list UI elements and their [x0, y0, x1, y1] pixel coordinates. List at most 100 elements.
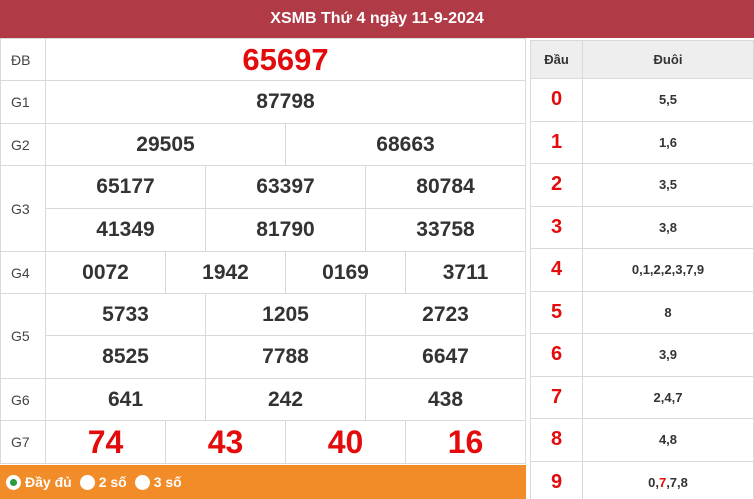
prize-db-cell: 65697 — [45, 38, 526, 81]
dau-value: 5 — [530, 290, 583, 334]
prize-g7-cell: 43 — [165, 420, 286, 464]
prize-g7-cell: 40 — [285, 420, 406, 464]
prize-g5-cell: 5733 — [45, 293, 206, 336]
prize-g4-value: 3711 — [442, 260, 489, 284]
prize-g7-value: 74 — [87, 423, 124, 460]
prize-g5-cell: 6647 — [365, 335, 526, 379]
display-filter-bar: Đầy đủ 2 số 3 số — [0, 465, 526, 499]
dau-header: Đầu — [530, 40, 583, 79]
duoi-value: 3,8 — [582, 205, 754, 249]
page-title: XSMB Thứ 4 ngày 11-9-2024 — [0, 0, 754, 38]
prize-g5-value: 5733 — [102, 302, 149, 326]
prize-g4-cell: 3711 — [405, 251, 526, 294]
prize-g4-value: 0169 — [322, 260, 369, 284]
prize-g5-cell: 8525 — [45, 335, 206, 379]
duoi-value: 0,1,2,2,3,7,9 — [582, 248, 754, 292]
prize-g4-cell: 0072 — [45, 251, 166, 294]
prize-g4-value: 0072 — [82, 260, 129, 284]
prize-g7-value: 43 — [207, 423, 244, 460]
prize-label-g2: G2 — [0, 123, 46, 166]
dau-value: 7 — [530, 375, 583, 419]
dau-value: 0 — [530, 78, 583, 122]
duoi-value: 2,4,7 — [582, 375, 754, 419]
prize-g5-value: 2723 — [422, 302, 469, 326]
prize-g5-value: 8525 — [102, 345, 149, 368]
duoi-value: 4,8 — [582, 418, 754, 462]
prize-g4-cell: 0169 — [285, 251, 406, 294]
prize-g6-value: 242 — [267, 387, 304, 411]
prize-g7-value: 40 — [327, 423, 364, 460]
dau-duoi-row: 6 3,9 — [530, 333, 754, 377]
dau-value: 6 — [530, 333, 583, 377]
prize-g3-value: 80784 — [416, 175, 475, 198]
prize-label-db: ĐB — [0, 38, 46, 81]
dau-value: 2 — [530, 163, 583, 207]
prize-g3-value: 33758 — [416, 218, 475, 241]
filter-option-label: 3 số — [153, 474, 182, 490]
prize-g3-value: 63397 — [256, 175, 315, 198]
filter-option-label: Đầy đủ — [25, 474, 72, 490]
duoi-value: 8 — [582, 290, 754, 334]
prize-g3-cell: 80784 — [365, 165, 526, 209]
prize-g5-cell: 1205 — [205, 293, 366, 336]
filter-option-2-digits[interactable]: 2 số — [79, 474, 127, 490]
dau-duoi-row: 5 8 — [530, 290, 754, 334]
dau-value: 4 — [530, 248, 583, 292]
prize-g3-cell: 65177 — [45, 165, 206, 209]
filter-option-3-digits[interactable]: 3 số — [134, 474, 182, 490]
duoi-value: 3,9 — [582, 333, 754, 377]
duoi-value: 1,6 — [582, 120, 754, 164]
duoi-value: 0,7,7,8 — [582, 460, 754, 499]
dau-duoi-row: 0 5,5 — [530, 78, 754, 122]
dau-duoi-row: 3 3,8 — [530, 205, 754, 249]
prize-label-g6: G6 — [0, 378, 46, 421]
prize-g1-value: 87798 — [256, 90, 315, 113]
prize-db-value: 65697 — [242, 41, 329, 77]
duoi-header: Đuôi — [582, 40, 754, 79]
prize-g7-cell: 74 — [45, 420, 166, 464]
prize-g3-cell: 41349 — [45, 208, 206, 252]
dau-value: 3 — [530, 205, 583, 249]
prize-g5-cell: 7788 — [205, 335, 366, 379]
prize-g3-cell: 33758 — [365, 208, 526, 252]
prize-g5-cell: 2723 — [365, 293, 526, 336]
prize-g5-value: 1205 — [262, 302, 309, 326]
dau-duoi-row: 8 4,8 — [530, 418, 754, 462]
prize-g6-cell: 438 — [365, 378, 526, 421]
prize-g6-cell: 641 — [45, 378, 206, 421]
radio-icon[interactable] — [134, 474, 150, 490]
dau-duoi-row: 7 2,4,7 — [530, 375, 754, 419]
prize-label-g4: G4 — [0, 251, 46, 294]
prize-g4-value: 1942 — [202, 260, 249, 284]
dau-duoi-row: 4 0,1,2,2,3,7,9 — [530, 248, 754, 292]
dau-duoi-table: Đầu Đuôi 0 5,5 1 1,6 2 3,5 3 3,8 4 0,1,2… — [530, 40, 754, 499]
duoi-part: 0, — [648, 474, 659, 490]
prize-g4-cell: 1942 — [165, 251, 286, 294]
prize-label-g3: G3 — [0, 165, 46, 252]
duoi-value: 5,5 — [582, 78, 754, 122]
dau-duoi-row: 1 1,6 — [530, 120, 754, 164]
prize-g3-value: 81790 — [256, 218, 315, 241]
prize-g5-value: 6647 — [422, 345, 469, 368]
prize-g2-cell: 68663 — [285, 123, 526, 166]
prize-g2-cell: 29505 — [45, 123, 286, 166]
prize-g5-value: 7788 — [262, 345, 309, 368]
duoi-part: ,7,8 — [666, 474, 688, 490]
radio-selected-icon[interactable] — [6, 474, 21, 490]
prize-g3-cell: 63397 — [205, 165, 366, 209]
prize-g6-value: 438 — [427, 387, 464, 411]
prize-label-g1: G1 — [0, 80, 46, 124]
prize-label-g7: G7 — [0, 420, 46, 464]
filter-option-label: 2 số — [98, 474, 127, 490]
dau-value: 1 — [530, 120, 583, 164]
dau-duoi-row: 2 3,5 — [530, 163, 754, 207]
prize-g6-value: 641 — [107, 387, 144, 411]
dau-value: 9 — [530, 460, 583, 499]
prize-label-g5: G5 — [0, 293, 46, 379]
radio-icon[interactable] — [79, 474, 95, 490]
prize-g7-cell: 16 — [405, 420, 526, 464]
prize-g2-value: 68663 — [376, 132, 435, 156]
dau-value: 8 — [530, 418, 583, 462]
dau-duoi-row: 9 0,7,7,8 — [530, 460, 754, 499]
filter-option-full[interactable]: Đầy đủ — [6, 474, 72, 490]
